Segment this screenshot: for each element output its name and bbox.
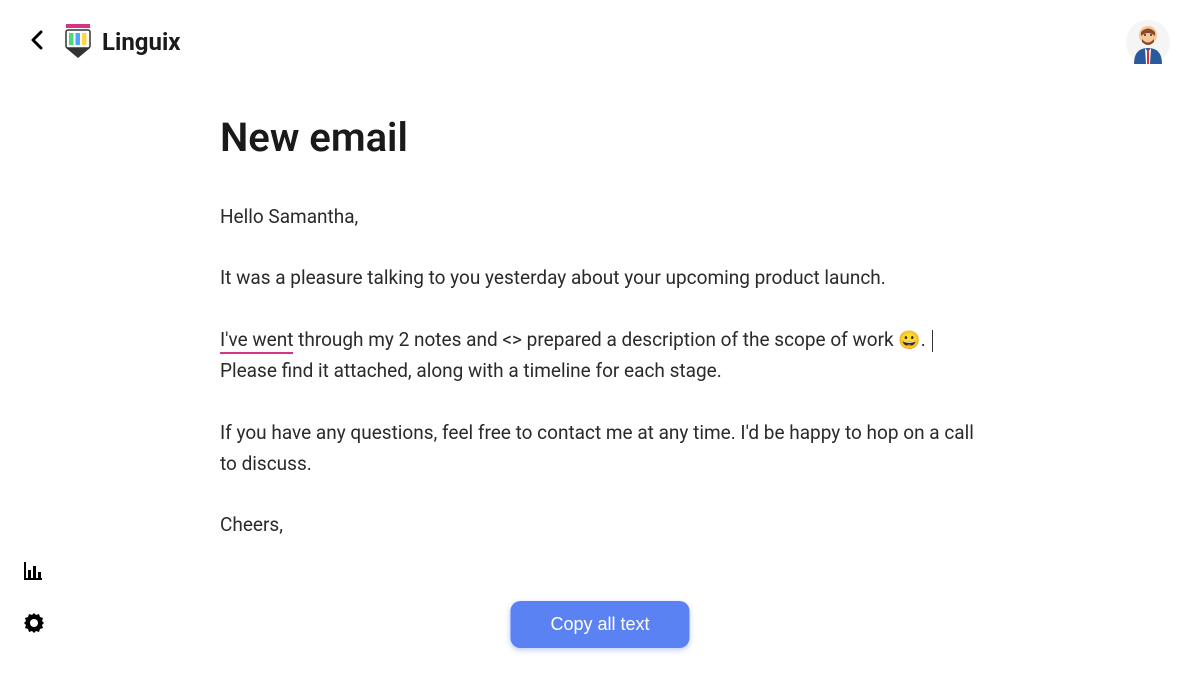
stats-button[interactable] [24, 562, 44, 585]
text-cursor [932, 330, 933, 352]
header-left: Linguix [30, 24, 181, 60]
paragraph-greeting: Hello Samantha, [220, 201, 980, 232]
avatar[interactable] [1126, 20, 1170, 64]
back-button[interactable] [30, 30, 44, 55]
copy-all-text-button[interactable]: Copy all text [510, 601, 689, 648]
paragraph-closing: Cheers, [220, 509, 980, 540]
paragraph-outro: If you have any questions, feel free to … [220, 417, 980, 480]
grammar-error-highlight[interactable]: I've went [220, 328, 293, 354]
paragraph-body: I've went through my 2 notes and <> prep… [220, 324, 980, 387]
logo[interactable]: Linguix [64, 24, 181, 60]
back-icon [30, 30, 44, 50]
gear-icon [24, 613, 44, 633]
logo-icon [64, 24, 92, 60]
side-toolbar [24, 562, 44, 638]
body-text-part2: . [921, 328, 931, 351]
document-title: New email [220, 114, 980, 161]
avatar-icon [1126, 20, 1170, 64]
paragraph-intro: It was a pleasure talking to you yesterd… [220, 262, 980, 293]
smile-emoji-icon: 😀 [898, 330, 920, 351]
body-text-part3: Please find it attached, along with a ti… [220, 359, 722, 382]
editor-content[interactable]: New email Hello Samantha, It was a pleas… [220, 84, 980, 541]
body-text-part1: through my 2 notes and <> prepared a des… [293, 328, 898, 351]
email-body[interactable]: Hello Samantha, It was a pleasure talkin… [220, 201, 980, 541]
settings-button[interactable] [24, 613, 44, 638]
logo-text: Linguix [102, 28, 181, 56]
header: Linguix [0, 0, 1200, 84]
stats-icon [24, 562, 42, 580]
